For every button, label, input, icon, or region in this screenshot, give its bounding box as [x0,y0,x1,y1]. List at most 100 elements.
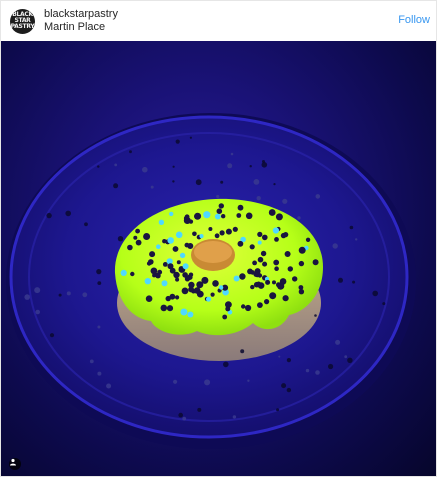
crumb [96,269,102,275]
sprinkle [133,235,138,240]
follow-button[interactable]: Follow [398,14,430,26]
sprinkle [130,271,135,277]
sprinkle [225,228,232,235]
sprinkle [180,308,188,316]
crumb [314,314,317,317]
username-link[interactable]: blackstarpastry [44,8,118,21]
sprinkle [292,276,298,282]
sprinkle [257,231,263,237]
post-photo[interactable] [1,41,436,476]
sprinkle [148,259,154,265]
sprinkle [218,285,224,290]
sprinkle [120,269,127,276]
crumb [182,416,187,421]
sprinkle [214,213,221,220]
sprinkle [254,268,261,275]
sprinkle [175,277,180,282]
sprinkle [262,234,268,241]
person-icon [10,458,16,466]
sprinkle [257,240,262,245]
crumb [34,287,41,294]
sprinkle [260,250,267,257]
sprinkle [157,269,163,275]
sprinkle [152,273,157,278]
sprinkle [162,239,167,244]
sprinkle [206,296,211,302]
avatar[interactable]: BLACK STAR PASTRY [10,8,35,34]
sprinkle [145,295,153,302]
sprinkle [179,252,186,259]
crumb [216,194,220,199]
user-tag-button[interactable] [9,458,21,470]
post-card: BLACK STAR PASTRY blackstarpastry Martin… [0,0,437,477]
post-meta: blackstarpastry Martin Place [44,8,118,34]
sprinkle [284,251,291,257]
sprinkle [273,259,280,266]
sprinkle [135,239,142,246]
sprinkle [160,304,168,312]
crumb [247,379,250,382]
sprinkle [169,211,174,217]
sprinkle [169,293,176,300]
crumb [281,383,287,389]
crumb [220,180,224,184]
crumb [286,358,291,363]
crumb [66,291,71,296]
crumb [338,277,343,283]
crumb [332,243,338,249]
sprinkle [305,237,311,242]
sprinkle [183,216,188,221]
sprinkle [272,227,279,234]
sprinkle [144,278,151,285]
sprinkle [172,246,179,252]
sprinkle [173,271,180,279]
crumb [349,225,354,230]
sprinkle [216,208,223,214]
location-link[interactable]: Martin Place [44,21,118,34]
crumb [82,292,88,298]
sprinkle [236,213,242,218]
sprinkle [257,256,264,263]
sprinkle [253,281,260,288]
sprinkle [269,292,277,300]
sprinkle [272,280,276,285]
crumb [172,180,175,183]
sprinkle [282,295,289,302]
sprinkle [188,219,194,224]
crumb [286,387,292,393]
sprinkle [252,260,257,266]
sprinkle [166,305,174,312]
crumb [297,216,301,220]
crumb [240,349,245,354]
sprinkle [193,287,201,294]
crumb [172,165,175,168]
sprinkle [158,219,165,225]
crumb [97,325,101,329]
sprinkle [312,259,319,266]
post-header: BLACK STAR PASTRY blackstarpastry Martin… [1,1,436,41]
crumb [114,163,118,167]
crumb [129,150,132,154]
crumb [195,179,202,186]
donut-photo-illustration [6,113,416,449]
sprinkle [184,242,190,248]
avatar-logo: BLACK STAR PASTRY [11,12,35,30]
sprinkle [162,262,168,267]
sprinkle [167,263,174,270]
crumb [58,293,62,297]
sprinkle [275,213,283,221]
sprinkle [274,237,279,242]
sprinkle [241,304,246,309]
sprinkle [187,311,194,318]
sprinkle [219,230,225,236]
sprinkle [225,301,232,308]
crumb [256,196,261,201]
crumb [65,210,71,217]
sprinkle [262,261,268,267]
crumb [150,185,154,189]
sprinkle [237,204,244,211]
sprinkle [218,203,224,209]
crumb [282,198,288,204]
sprinkle [221,214,226,219]
sprinkle [298,289,305,295]
